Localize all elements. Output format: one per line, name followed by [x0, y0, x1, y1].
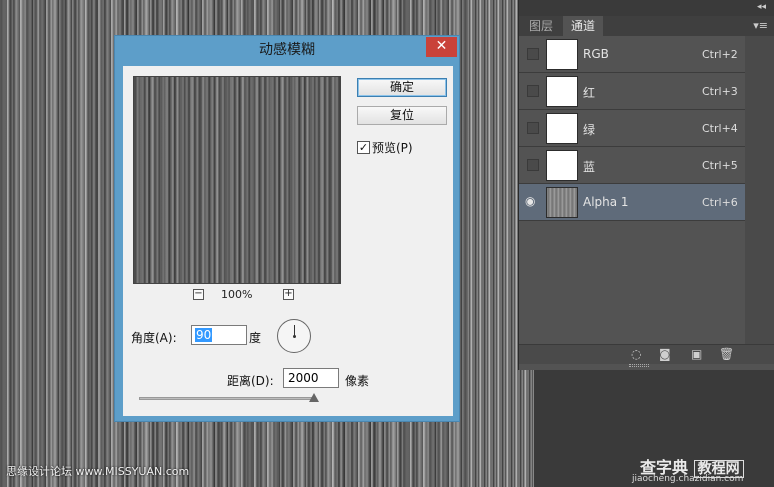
load-selection-icon[interactable]: ◌	[631, 347, 641, 361]
channel-name: Alpha 1	[583, 195, 629, 209]
close-button[interactable]: ✕	[426, 37, 457, 57]
channel-thumbnail	[546, 150, 578, 181]
preview-checkbox[interactable]: ✓	[357, 141, 370, 154]
channel-row-rgb[interactable]: RGB Ctrl+2	[519, 36, 745, 73]
channel-shortcut: Ctrl+6	[702, 196, 738, 209]
panel-topbar: ◂◂	[519, 0, 774, 16]
channel-thumbnail	[546, 187, 578, 218]
angle-label: 角度(A):	[131, 331, 177, 345]
angle-unit: 度	[249, 331, 262, 345]
channel-thumbnail	[546, 39, 578, 70]
channel-row-red[interactable]: 红 Ctrl+3	[519, 73, 745, 110]
new-channel-icon[interactable]: ▣	[691, 347, 702, 361]
eye-icon[interactable]: ◉	[525, 194, 535, 208]
channel-thumbnail	[546, 76, 578, 107]
preview-checkbox-row[interactable]: ✓ 预览(P)	[357, 139, 413, 155]
channel-name: 蓝	[583, 160, 596, 174]
zoom-in-button[interactable]: +	[283, 289, 294, 300]
channel-shortcut: Ctrl+2	[702, 48, 738, 61]
distance-input[interactable]: 2000	[283, 368, 339, 388]
visibility-toggle[interactable]	[527, 48, 539, 60]
save-selection-icon[interactable]: ◙	[659, 347, 671, 361]
angle-input[interactable]: 90	[191, 325, 247, 345]
channel-shortcut: Ctrl+3	[702, 85, 738, 98]
tab-channels[interactable]: 通道	[563, 16, 604, 36]
collapse-icon[interactable]: ◂◂	[757, 2, 766, 12]
angle-dial[interactable]	[277, 319, 311, 353]
motion-blur-dialog: 动感模糊 ✕ − 100% + 确定 复位 ✓ 预览(P) 角度(A): 90 度…	[114, 35, 460, 422]
visibility-toggle[interactable]	[527, 85, 539, 97]
channel-shortcut: Ctrl+4	[702, 122, 738, 135]
channel-row-green[interactable]: 绿 Ctrl+4	[519, 110, 745, 147]
panel-scrollbar[interactable]	[745, 36, 774, 344]
dialog-title: 动感模糊	[259, 42, 315, 58]
panel-tabs: 图层 通道 ▾≡	[519, 16, 774, 36]
channels-panel: ◂◂ 图层 通道 ▾≡ RGB Ctrl+2 红 Ctrl+3 绿 Ctrl+4…	[518, 0, 774, 370]
watermark-url: jiaocheng.chazidian.com	[632, 474, 744, 484]
tab-layers[interactable]: 图层	[521, 16, 561, 36]
channel-row-blue[interactable]: 蓝 Ctrl+5	[519, 147, 745, 184]
dialog-body: − 100% + 确定 复位 ✓ 预览(P) 角度(A): 90 度 距离(D):…	[123, 66, 453, 416]
delete-channel-icon[interactable]: 🗑	[719, 347, 734, 361]
preview-area[interactable]	[133, 76, 341, 284]
channel-shortcut: Ctrl+5	[702, 159, 738, 172]
dial-center	[293, 335, 296, 338]
ok-button[interactable]: 确定	[357, 78, 447, 97]
distance-unit: 像素	[345, 374, 370, 388]
reset-button[interactable]: 复位	[357, 106, 447, 125]
panel-footer: ◌ ◙ ▣ 🗑	[519, 344, 774, 364]
distance-slider-thumb[interactable]	[309, 393, 319, 402]
zoom-level: 100%	[221, 288, 253, 301]
channel-name: 红	[583, 86, 596, 100]
watermark-left: 思缘设计论坛 www.MISSYUAN.com	[6, 465, 190, 478]
distance-slider[interactable]	[139, 397, 315, 400]
channel-row-alpha1[interactable]: ◉ Alpha 1 Ctrl+6	[519, 184, 745, 221]
channel-name: 绿	[583, 123, 596, 137]
angle-value: 90	[195, 328, 213, 342]
visibility-toggle[interactable]	[527, 159, 539, 171]
distance-label: 距离(D):	[227, 374, 274, 388]
panel-resize-grip[interactable]	[629, 364, 649, 367]
preview-checkbox-label: 预览(P)	[372, 141, 413, 155]
channel-thumbnail	[546, 113, 578, 144]
panel-menu-icon[interactable]: ▾≡	[753, 19, 768, 32]
visibility-toggle[interactable]	[527, 122, 539, 134]
zoom-out-button[interactable]: −	[193, 289, 204, 300]
channel-name: RGB	[583, 47, 609, 61]
